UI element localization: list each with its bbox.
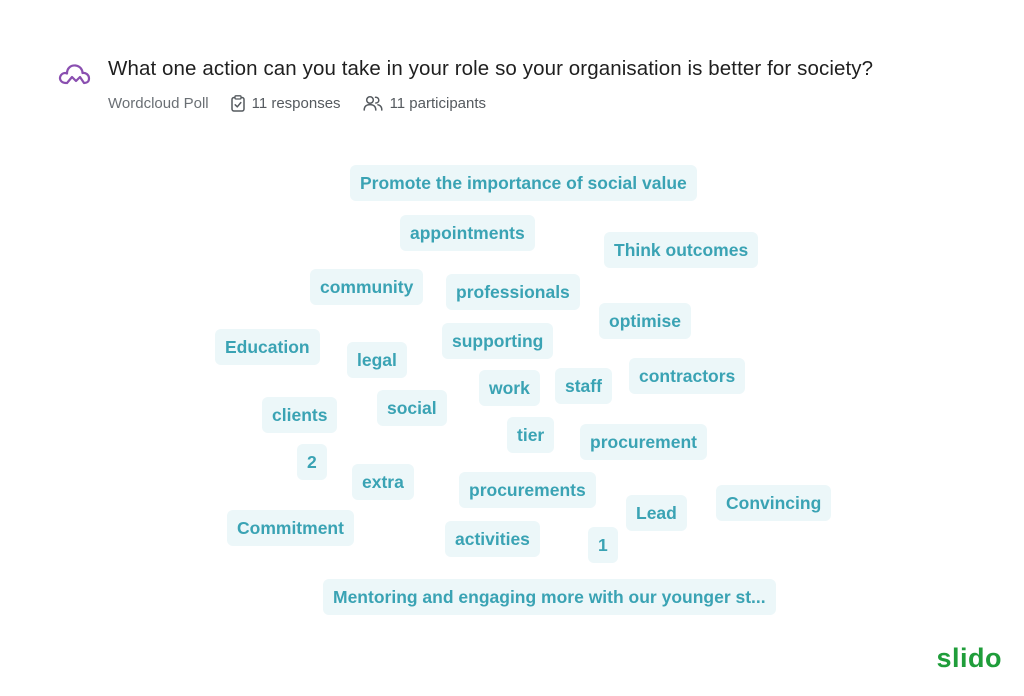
wordcloud-word: supporting (442, 323, 554, 359)
wordcloud-word: clients (262, 397, 338, 433)
wordcloud-word: procurement (580, 424, 707, 460)
participants-count: 11 participants (389, 94, 487, 112)
wordcloud-word: Education (215, 329, 320, 365)
wordcloud-word: contractors (629, 358, 746, 394)
users-icon (363, 95, 383, 111)
slido-logo: slido (936, 643, 1002, 673)
wordcloud-word: 2 (297, 444, 327, 480)
wordcloud-word: Think outcomes (604, 232, 759, 268)
wordcloud-word: legal (347, 342, 407, 378)
wordcloud-word: extra (352, 464, 414, 500)
wordcloud-word: optimise (599, 303, 691, 339)
wordcloud-word: Commitment (227, 510, 354, 546)
wordcloud-word: procurements (459, 472, 596, 508)
poll-type-label: Wordcloud Poll (108, 94, 209, 112)
wordcloud-word: Mentoring and engaging more with our you… (323, 579, 776, 615)
wordcloud-word: professionals (446, 274, 580, 310)
wordcloud-word: 1 (588, 527, 618, 563)
clipboard-check-icon (230, 94, 245, 112)
wordcloud-word: tier (507, 417, 555, 453)
wordcloud-word: Convincing (716, 485, 832, 521)
poll-question: What one action can you take in your rol… (108, 57, 874, 80)
wordcloud-word: activities (445, 521, 540, 557)
wordcloud-icon (58, 64, 91, 85)
participants-stat: 11 participants (363, 95, 486, 112)
wordcloud-word: appointments (400, 215, 535, 251)
wordcloud-word: Promote the importance of social value (350, 165, 697, 201)
wordcloud-word: community (310, 269, 424, 305)
poll-meta: Wordcloud Poll 11 responses 11 participa… (108, 92, 486, 114)
responses-stat: 11 responses (230, 94, 341, 112)
wordcloud-word: Lead (626, 495, 687, 531)
wordcloud-word: staff (555, 368, 612, 404)
responses-count: 11 responses (251, 94, 341, 112)
poll-results-screen: What one action can you take in your rol… (0, 0, 1024, 696)
wordcloud-word: social (377, 390, 447, 426)
wordcloud-word: work (479, 370, 540, 406)
